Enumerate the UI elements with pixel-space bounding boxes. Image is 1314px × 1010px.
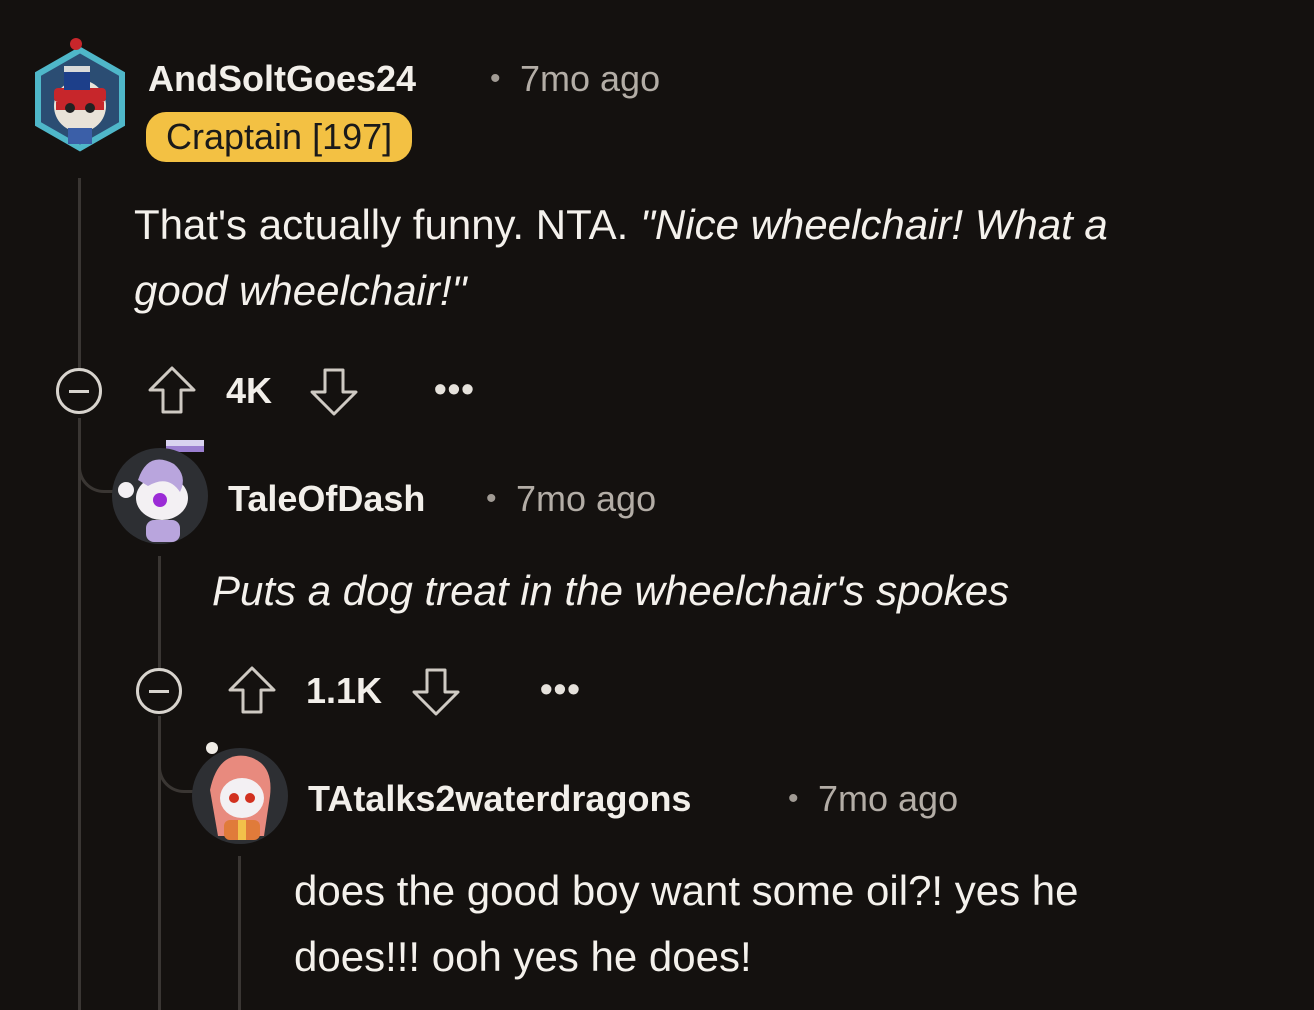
arrow-down-icon xyxy=(310,368,358,416)
downvote-button[interactable] xyxy=(308,366,360,418)
more-options-button[interactable]: ••• xyxy=(540,668,581,710)
comment-username[interactable]: AndSoltGoes24 xyxy=(148,58,416,100)
vote-score: 1.1K xyxy=(306,670,383,711)
comment-username[interactable]: TAtalks2waterdragons xyxy=(308,778,691,820)
arrow-down-icon xyxy=(412,668,460,716)
comment-timestamp[interactable]: 7mo ago xyxy=(520,58,660,100)
upvote-button[interactable] xyxy=(226,664,278,716)
comment-timestamp[interactable]: 7mo ago xyxy=(516,478,656,520)
separator-dot: • xyxy=(486,482,497,515)
comment-username[interactable]: TaleOfDash xyxy=(228,478,425,520)
separator-dot: • xyxy=(788,782,799,815)
avatar[interactable] xyxy=(188,740,292,848)
more-options-button[interactable]: ••• xyxy=(434,368,475,410)
arrow-up-icon xyxy=(228,666,276,714)
comment-body-line: does the good boy want some oil?! yes he xyxy=(294,867,1079,914)
avatar[interactable] xyxy=(30,36,130,154)
comment-body: That's actually funny. NTA. "Nice wheelc… xyxy=(134,192,1294,324)
collapse-thread-button[interactable] xyxy=(136,668,182,714)
thread-line-level-1[interactable] xyxy=(158,556,161,668)
downvote-button[interactable] xyxy=(410,666,462,718)
comment-body-line: does!!! ooh yes he does! xyxy=(294,933,752,980)
comment-body-quote-continued: good wheelchair!" xyxy=(134,267,467,314)
separator-dot: • xyxy=(490,62,501,95)
thread-line-level-0[interactable] xyxy=(78,178,81,368)
upvote-button[interactable] xyxy=(146,364,198,416)
user-flair-badge: Craptain [197] xyxy=(146,112,413,162)
comment-body: Puts a dog treat in the wheelchair's spo… xyxy=(212,567,1010,614)
comment-body-text: That's actually funny. NTA. xyxy=(134,201,640,248)
comment-body: does the good boy want some oil?! yes he… xyxy=(294,858,1294,990)
arrow-up-icon xyxy=(148,366,196,414)
avatar[interactable] xyxy=(108,440,212,548)
thread-line-level-2[interactable] xyxy=(238,856,241,1010)
comment-body-quote: "Nice wheelchair! What a xyxy=(640,201,1108,248)
vote-score: 4K xyxy=(226,370,273,411)
collapse-thread-button[interactable] xyxy=(56,368,102,414)
comment-timestamp[interactable]: 7mo ago xyxy=(818,778,958,820)
thread-line-level-0-continued[interactable] xyxy=(78,418,81,1010)
